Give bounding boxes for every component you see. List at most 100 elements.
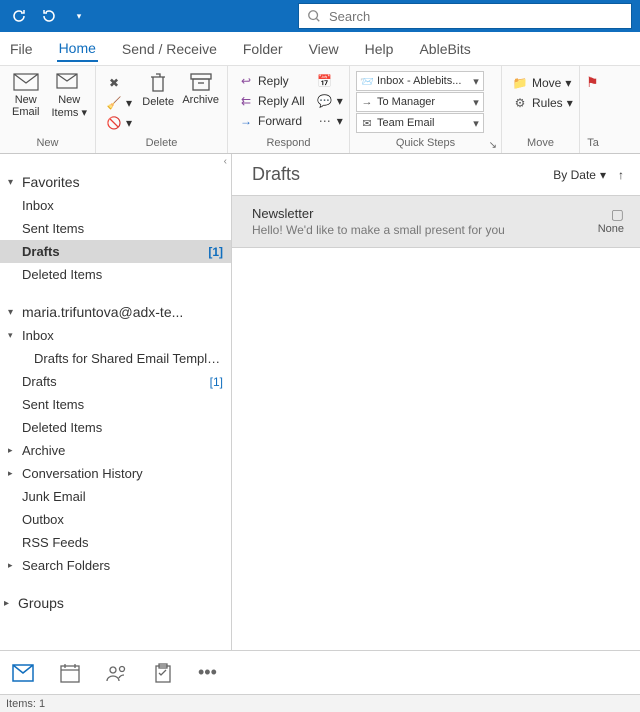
- ribbon-group-quicksteps: 📨 Inbox - Ablebits... ▾ → To Manager ▾ ✉…: [350, 66, 502, 153]
- delete-button[interactable]: Delete: [140, 68, 176, 112]
- chevron-down-icon: ▾: [469, 96, 483, 109]
- nav-item[interactable]: ▸Search Folders: [0, 554, 231, 577]
- search-box[interactable]: [298, 3, 632, 29]
- tab-ablebits[interactable]: AbleBits: [417, 37, 472, 61]
- favorites-header[interactable]: ▾ Favorites: [0, 170, 231, 194]
- tab-view[interactable]: View: [307, 37, 341, 61]
- chevron-icon: ▸: [8, 445, 20, 456]
- nav-item[interactable]: Sent Items: [0, 217, 231, 240]
- tab-file[interactable]: File: [8, 37, 35, 61]
- message-item[interactable]: NewsletterHello! We'd like to make a sma…: [232, 195, 640, 248]
- calendar-module-button[interactable]: [60, 663, 80, 683]
- search-input[interactable]: [329, 9, 623, 24]
- status-bar: Items: 1: [0, 694, 640, 712]
- tab-help[interactable]: Help: [363, 37, 396, 61]
- im-button[interactable]: 💬▾: [313, 92, 347, 110]
- message-preview: Hello! We'd like to make a small present…: [252, 223, 598, 237]
- main-area: ‹ ▾ Favorites InboxSent ItemsDrafts[1]De…: [0, 154, 640, 650]
- ribbon-group-tags: ⚑ Ta: [580, 66, 606, 153]
- chevron-down-icon: ▾: [8, 307, 22, 318]
- meeting-icon: 📅: [317, 74, 333, 88]
- nav-item[interactable]: Sent Items: [0, 393, 231, 416]
- message-category: None: [598, 223, 624, 235]
- sort-by-button[interactable]: By Date ▾ ↑: [553, 168, 624, 182]
- reply-all-button[interactable]: ⇇Reply All: [234, 92, 309, 110]
- ribbon-group-new: New Email New Items ▾ New: [0, 66, 96, 153]
- sort-ascending-icon[interactable]: ↑: [618, 168, 624, 182]
- nav-item[interactable]: Deleted Items: [0, 263, 231, 286]
- forward-icon: →: [238, 114, 254, 128]
- ignore-button[interactable]: ✖: [102, 74, 136, 92]
- chevron-icon: ▸: [8, 560, 20, 571]
- category-icon[interactable]: ▢: [598, 206, 624, 223]
- mail-module-button[interactable]: [12, 664, 34, 682]
- tab-home[interactable]: Home: [57, 36, 98, 62]
- archive-button[interactable]: Archive: [180, 68, 221, 110]
- people-module-button[interactable]: [106, 664, 128, 682]
- nav-item[interactable]: ▾Inbox: [0, 324, 231, 347]
- envelope-plus-icon: [56, 72, 82, 92]
- ribbon: New Email New Items ▾ New ✖ 🧹▾ 🚫▾ Del: [0, 66, 640, 154]
- undo-icon[interactable]: [38, 5, 60, 27]
- nav-item[interactable]: Junk Email: [0, 485, 231, 508]
- reply-all-icon: ⇇: [238, 94, 254, 108]
- nav-item[interactable]: Drafts for Shared Email Templa...: [0, 347, 231, 370]
- new-items-button[interactable]: New Items ▾: [50, 68, 90, 123]
- qat-dropdown-icon[interactable]: ▾: [68, 5, 90, 27]
- junk-button[interactable]: 🚫▾: [102, 114, 136, 132]
- content-pane: Drafts By Date ▾ ↑ NewsletterHello! We'd…: [232, 154, 640, 650]
- tab-folder[interactable]: Folder: [241, 37, 285, 61]
- module-switch-bar: •••: [0, 650, 640, 694]
- rules-button[interactable]: ⚙Rules ▾: [508, 94, 577, 112]
- nav-item[interactable]: Drafts[1]: [0, 370, 231, 393]
- ribbon-group-move: 📁Move ▾ ⚙Rules ▾ Move: [502, 66, 580, 153]
- reply-button[interactable]: ↩Reply: [234, 72, 309, 90]
- search-icon: [307, 9, 321, 23]
- reply-icon: ↩: [238, 74, 254, 88]
- archive-icon: [190, 72, 212, 92]
- nav-item[interactable]: ▸Conversation History: [0, 462, 231, 485]
- quickstep-team-email[interactable]: ✉ Team Email ▾: [356, 113, 484, 133]
- move-button[interactable]: 📁Move ▾: [508, 74, 577, 92]
- menubar: File Home Send / Receive Folder View Hel…: [0, 32, 640, 66]
- forward-button[interactable]: →Forward: [234, 112, 309, 130]
- nav-item[interactable]: Drafts[1]: [0, 240, 231, 263]
- more-respond-button[interactable]: ⋯▾: [313, 112, 347, 130]
- new-email-button[interactable]: New Email: [6, 68, 46, 122]
- quicksteps-launcher[interactable]: ↘: [489, 140, 497, 151]
- ribbon-group-delete: ✖ 🧹▾ 🚫▾ Delete Archive Delete: [96, 66, 228, 153]
- title-bar: ▾: [0, 0, 640, 32]
- nav-item[interactable]: RSS Feeds: [0, 531, 231, 554]
- nav-item[interactable]: Deleted Items: [0, 416, 231, 439]
- ribbon-label-respond: Respond: [234, 135, 343, 151]
- quickstep-to-manager[interactable]: → To Manager ▾: [356, 92, 484, 112]
- nav-item[interactable]: Outbox: [0, 508, 231, 531]
- meeting-button[interactable]: 📅: [313, 72, 347, 90]
- chevron-down-icon: ▾: [600, 168, 606, 182]
- nav-collapse-button[interactable]: ‹: [224, 156, 227, 167]
- chevron-right-icon: ▸: [4, 598, 18, 609]
- quickstep-inbox-ablebits[interactable]: 📨 Inbox - Ablebits... ▾: [356, 71, 484, 91]
- nav-item[interactable]: ▸Archive: [0, 439, 231, 462]
- rules-icon: ⚙: [512, 96, 528, 110]
- ribbon-group-respond: ↩Reply ⇇Reply All →Forward 📅 💬▾ ⋯▾ Respo…: [228, 66, 350, 153]
- chevron-down-icon: ▾: [469, 117, 483, 130]
- tasks-module-button[interactable]: [154, 663, 172, 683]
- chevron-down-icon: ▾: [8, 177, 22, 188]
- groups-header[interactable]: ▸ Groups: [0, 591, 231, 615]
- ribbon-label-new: New: [6, 135, 89, 151]
- move-icon: 📁: [512, 76, 528, 90]
- cleanup-icon: 🧹: [106, 96, 122, 110]
- ribbon-label-delete: Delete: [102, 135, 221, 151]
- chevron-icon: ▸: [8, 468, 20, 479]
- nav-item[interactable]: Inbox: [0, 194, 231, 217]
- account-header[interactable]: ▾ maria.trifuntova@adx-te...: [0, 300, 231, 324]
- more-modules-button[interactable]: •••: [198, 662, 217, 683]
- ribbon-label-quicksteps: Quick Steps: [356, 135, 495, 151]
- flag-icon[interactable]: ⚑: [586, 74, 599, 91]
- cleanup-button[interactable]: 🧹▾: [102, 94, 136, 112]
- trash-icon: [148, 72, 168, 94]
- sync-icon[interactable]: [8, 5, 30, 27]
- chevron-down-icon: ▾: [469, 75, 483, 88]
- tab-send-receive[interactable]: Send / Receive: [120, 37, 219, 61]
